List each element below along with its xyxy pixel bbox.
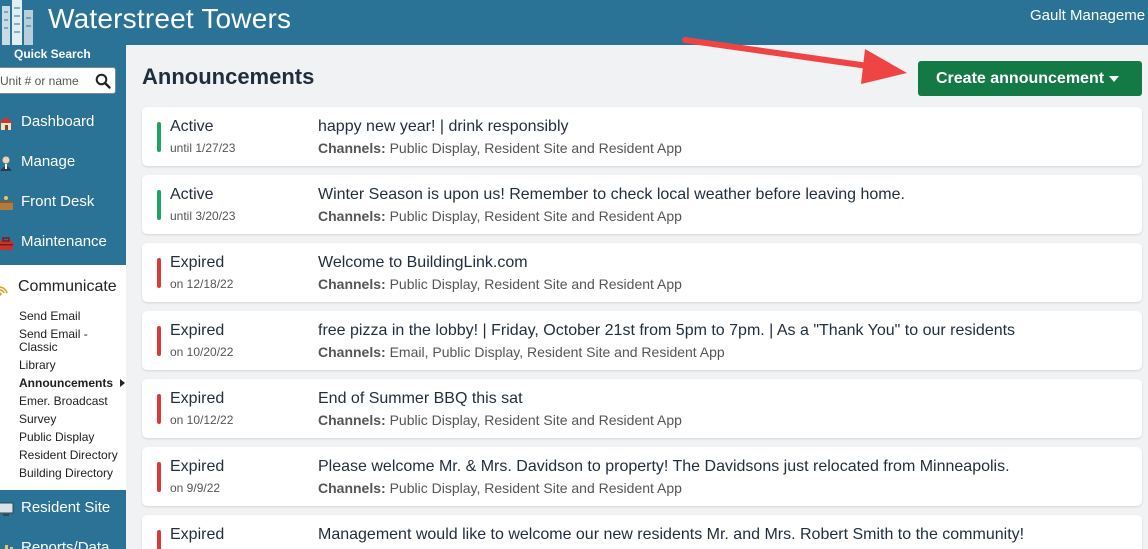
announcement-date: on 10/12/22 [170, 413, 234, 427]
sidebar-item-label: Front Desk [21, 193, 95, 210]
announcement-title: Winter Season is upon us! Remember to ch… [318, 186, 905, 203]
announcement-title: free pizza in the lobby! | Friday, Octob… [318, 322, 1016, 339]
announcement-status: Active [170, 186, 214, 203]
announcement-title: Management would like to welcome our new… [318, 526, 1025, 543]
sidebar-item-maintenance[interactable]: Maintenance [0, 225, 126, 261]
announcement-channels: Channels: Public Display, Resident Site … [318, 480, 682, 496]
search-icon[interactable] [95, 73, 111, 89]
announcement-status: Expired [170, 458, 225, 475]
announcement-title: Welcome to BuildingLink.com [318, 254, 528, 271]
sidebar-subitem-public-display[interactable]: Public Display [19, 431, 94, 443]
announcement-title: End of Summer BBQ this sat [318, 390, 523, 407]
building-logo-icon[interactable] [0, 0, 38, 45]
channels-label: Channels: [318, 140, 386, 156]
announcement-card[interactable]: Expired on 10/20/22 free pizza in the lo… [142, 311, 1142, 370]
announcement-status: Expired [170, 526, 225, 543]
channels-value: Public Display, Resident Site and Reside… [389, 412, 682, 428]
announcement-date: on 9/9/22 [170, 481, 221, 495]
announcement-channels: Channels: Public Display, Resident Site … [318, 140, 682, 156]
sidebar-subitem-announcements[interactable]: Announcements [19, 377, 113, 389]
quick-search-box [0, 67, 116, 94]
management-company-menu[interactable]: Gault Manageme [1030, 7, 1145, 24]
channels-label: Channels: [318, 344, 386, 360]
status-indicator [157, 530, 161, 549]
sidebar-subitem-resident-directory[interactable]: Resident Directory [19, 449, 118, 461]
announcement-date: until 1/27/23 [170, 141, 236, 155]
sidebar-item-resident-site[interactable]: Resident Site [0, 491, 126, 527]
announcement-card[interactable]: Expired on 12/18/22 Welcome to BuildingL… [142, 243, 1142, 302]
channels-value: Public Display, Resident Site and Reside… [389, 276, 682, 292]
announcement-card[interactable]: Expired on 10/12/22 End of Summer BBQ th… [142, 379, 1142, 438]
status-indicator [157, 258, 161, 288]
page-title: Announcements [142, 64, 315, 89]
sidebar-subitem-send-email-classic-line2[interactable]: Classic [19, 341, 58, 353]
sidebar-item-label: Manage [21, 153, 76, 170]
channels-label: Channels: [318, 208, 386, 224]
sidebar-item-label: Maintenance [21, 233, 107, 250]
announcement-status: Expired [170, 322, 225, 339]
announcement-status: Expired [170, 390, 225, 407]
house-icon [0, 117, 13, 130]
quick-search-input[interactable] [0, 68, 91, 93]
sidebar-item-label: Resident Site [21, 499, 111, 516]
sidebar-item-reports-data[interactable]: Reports/Data [0, 531, 126, 549]
broadcast-icon [0, 286, 8, 296]
status-indicator [157, 394, 161, 424]
status-indicator [157, 462, 161, 492]
announcement-title: happy new year! | drink responsibly [318, 118, 569, 135]
sidebar-item-communicate[interactable]: Communicate [18, 278, 117, 296]
channels-value: Public Display, Resident Site and Reside… [389, 480, 682, 496]
announcement-channels: Channels: Public Display, Resident Site … [318, 412, 682, 428]
sidebar-item-manage[interactable]: Manage [0, 145, 126, 181]
communicate-panel: Communicate Send Email Send Email - Clas… [0, 265, 126, 490]
toolbox-icon [0, 237, 13, 250]
announcement-channels: Channels: Public Display, Resident Site … [318, 208, 682, 224]
monitor-icon [0, 502, 14, 516]
sidebar-subitem-emer-broadcast[interactable]: Emer. Broadcast [19, 395, 108, 407]
channels-value: Email, Public Display, Resident Site and… [389, 344, 725, 360]
announcement-channels: Channels: Email, Public Display, Residen… [318, 344, 725, 360]
sidebar-subitem-send-email-classic[interactable]: Send Email - [19, 328, 88, 340]
sidebar-subitem-survey[interactable]: Survey [19, 413, 56, 425]
sidebar-subitem-library[interactable]: Library [19, 359, 56, 371]
chart-icon [5, 545, 13, 549]
announcement-channels: Channels: Public Display, Resident Site … [318, 276, 682, 292]
person-icon [0, 156, 12, 171]
channels-label: Channels: [318, 412, 386, 428]
status-indicator [157, 190, 161, 220]
sidebar-item-label: Reports/Data [21, 539, 110, 549]
site-title: Waterstreet Towers [48, 3, 292, 34]
announcement-card[interactable]: Expired Management would like to welcome… [142, 515, 1142, 549]
caret-down-icon[interactable] [1109, 76, 1119, 82]
announcement-date: on 12/18/22 [170, 277, 234, 291]
announcement-status: Expired [170, 254, 225, 271]
create-announcement-button[interactable]: Create announcement [918, 61, 1142, 96]
channels-label: Channels: [318, 480, 386, 496]
announcement-date: until 3/20/23 [170, 209, 236, 223]
announcement-date: on 10/20/22 [170, 345, 234, 359]
create-announcement-label: Create announcement [936, 70, 1105, 87]
status-indicator [157, 326, 161, 356]
desk-icon [0, 196, 13, 210]
status-indicator [157, 122, 161, 152]
sidebar-item-label: Dashboard [21, 113, 95, 130]
announcement-status: Active [170, 118, 214, 135]
sidebar-subitem-send-email[interactable]: Send Email [19, 310, 80, 322]
channels-label: Channels: [318, 276, 386, 292]
active-item-arrow-icon [120, 379, 125, 387]
quick-search-label: Quick Search [14, 47, 91, 61]
announcement-card[interactable]: Active until 1/27/23 happy new year! | d… [142, 107, 1142, 166]
sidebar-item-front-desk[interactable]: Front Desk [0, 185, 126, 221]
announcement-title: Please welcome Mr. & Mrs. Davidson to pr… [318, 458, 1010, 475]
sidebar: Quick Search Dashboard Manage Front Desk [0, 45, 126, 549]
sidebar-subitem-building-directory[interactable]: Building Directory [19, 467, 113, 479]
channels-value: Public Display, Resident Site and Reside… [389, 140, 682, 156]
top-header: Waterstreet Towers Gault Manageme [0, 0, 1148, 45]
announcement-card[interactable]: Active until 3/20/23 Winter Season is up… [142, 175, 1142, 234]
announcement-card[interactable]: Expired on 9/9/22 Please welcome Mr. & M… [142, 447, 1142, 506]
sidebar-item-dashboard[interactable]: Dashboard [0, 105, 126, 141]
channels-value: Public Display, Resident Site and Reside… [389, 208, 682, 224]
